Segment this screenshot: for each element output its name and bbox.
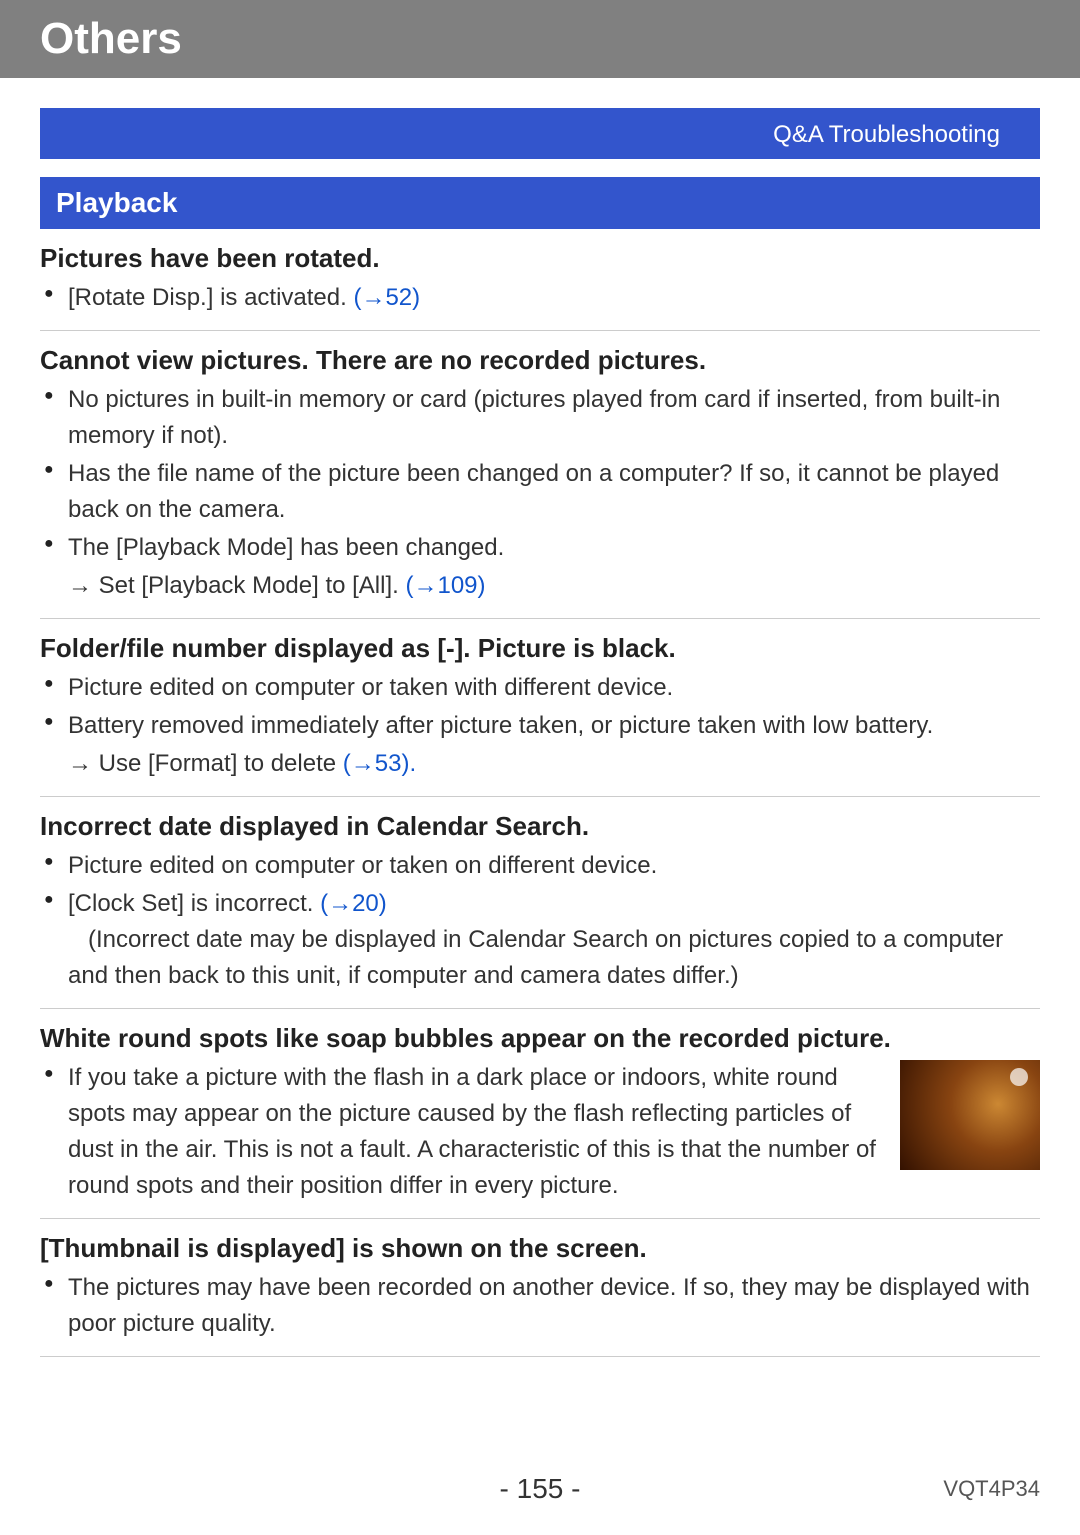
bullet-item: Has the file name of the picture been ch… [40,456,1040,528]
bullet-list-3: Picture edited on computer or taken with… [40,670,1040,782]
bullet-item: [Rotate Disp.] is activated. (→52) [40,280,1040,316]
problem-thumbnail: [Thumbnail is displayed] is shown on the… [40,1219,1040,1357]
page-number: - 155 - [500,1473,581,1505]
bullet-item: If you take a picture with the flash in … [40,1060,1040,1204]
bullet-item-indent: → Set [Playback Mode] to [All]. (→109) [40,568,1040,604]
extra-text: (Incorrect date may be displayed in Cale… [68,926,1003,989]
problem-title-2: Cannot view pictures. There are no recor… [40,345,1040,376]
bullet-item: The [Playback Mode] has been changed. [40,530,1040,566]
problem-title-6: [Thumbnail is displayed] is shown on the… [40,1233,1040,1264]
section-header: Playback [40,177,1040,229]
section-title: Playback [56,187,177,218]
link-53[interactable]: (→53). [343,750,416,777]
problem-title-4: Incorrect date displayed in Calendar Sea… [40,811,1040,842]
bullet-list-1: [Rotate Disp.] is activated. (→52) [40,280,1040,316]
link-109[interactable]: (→109) [405,572,485,599]
bullet-list-6: The pictures may have been recorded on a… [40,1270,1040,1342]
bullet-item: No pictures in built-in memory or card (… [40,382,1040,454]
bullet-item-indent: → Use [Format] to delete (→53). [40,746,1040,782]
problem-cannot-view: Cannot view pictures. There are no recor… [40,331,1040,619]
qa-bar: Q&A Troubleshooting [40,108,1040,159]
problem-incorrect-date: Incorrect date displayed in Calendar Sea… [40,797,1040,1009]
problem-title-5: White round spots like soap bubbles appe… [40,1023,1040,1054]
page-title: Others [40,14,182,63]
bullet-item: The pictures may have been recorded on a… [40,1270,1040,1342]
problem-folder-file: Folder/file number displayed as [-]. Pic… [40,619,1040,797]
content-area: Pictures have been rotated. [Rotate Disp… [40,229,1040,1357]
problem-white-spots: White round spots like soap bubbles appe… [40,1009,1040,1219]
link-52[interactable]: (→52) [353,284,420,311]
bullet-item: Picture edited on computer or taken with… [40,670,1040,706]
bullet-list-5: If you take a picture with the flash in … [40,1060,1040,1204]
page-header: Others [0,0,1080,78]
footer-code: VQT4P34 [943,1476,1040,1502]
problem-title-1: Pictures have been rotated. [40,243,1040,274]
problem-pictures-rotated: Pictures have been rotated. [Rotate Disp… [40,229,1040,331]
bullet-list-2: No pictures in built-in memory or card (… [40,382,1040,604]
problem-title-3: Folder/file number displayed as [-]. Pic… [40,633,1040,664]
bullet-item: Battery removed immediately after pictur… [40,708,1040,744]
bullet-item: Picture edited on computer or taken on d… [40,848,1040,884]
qa-bar-text: Q&A Troubleshooting [773,121,1000,148]
page-footer: - 155 - VQT4P34 [0,1473,1080,1505]
link-20[interactable]: (→20) [320,890,387,917]
bullet-list-4: Picture edited on computer or taken on d… [40,848,1040,994]
bullet-item: [Clock Set] is incorrect. (→20) (Incorre… [40,886,1040,994]
